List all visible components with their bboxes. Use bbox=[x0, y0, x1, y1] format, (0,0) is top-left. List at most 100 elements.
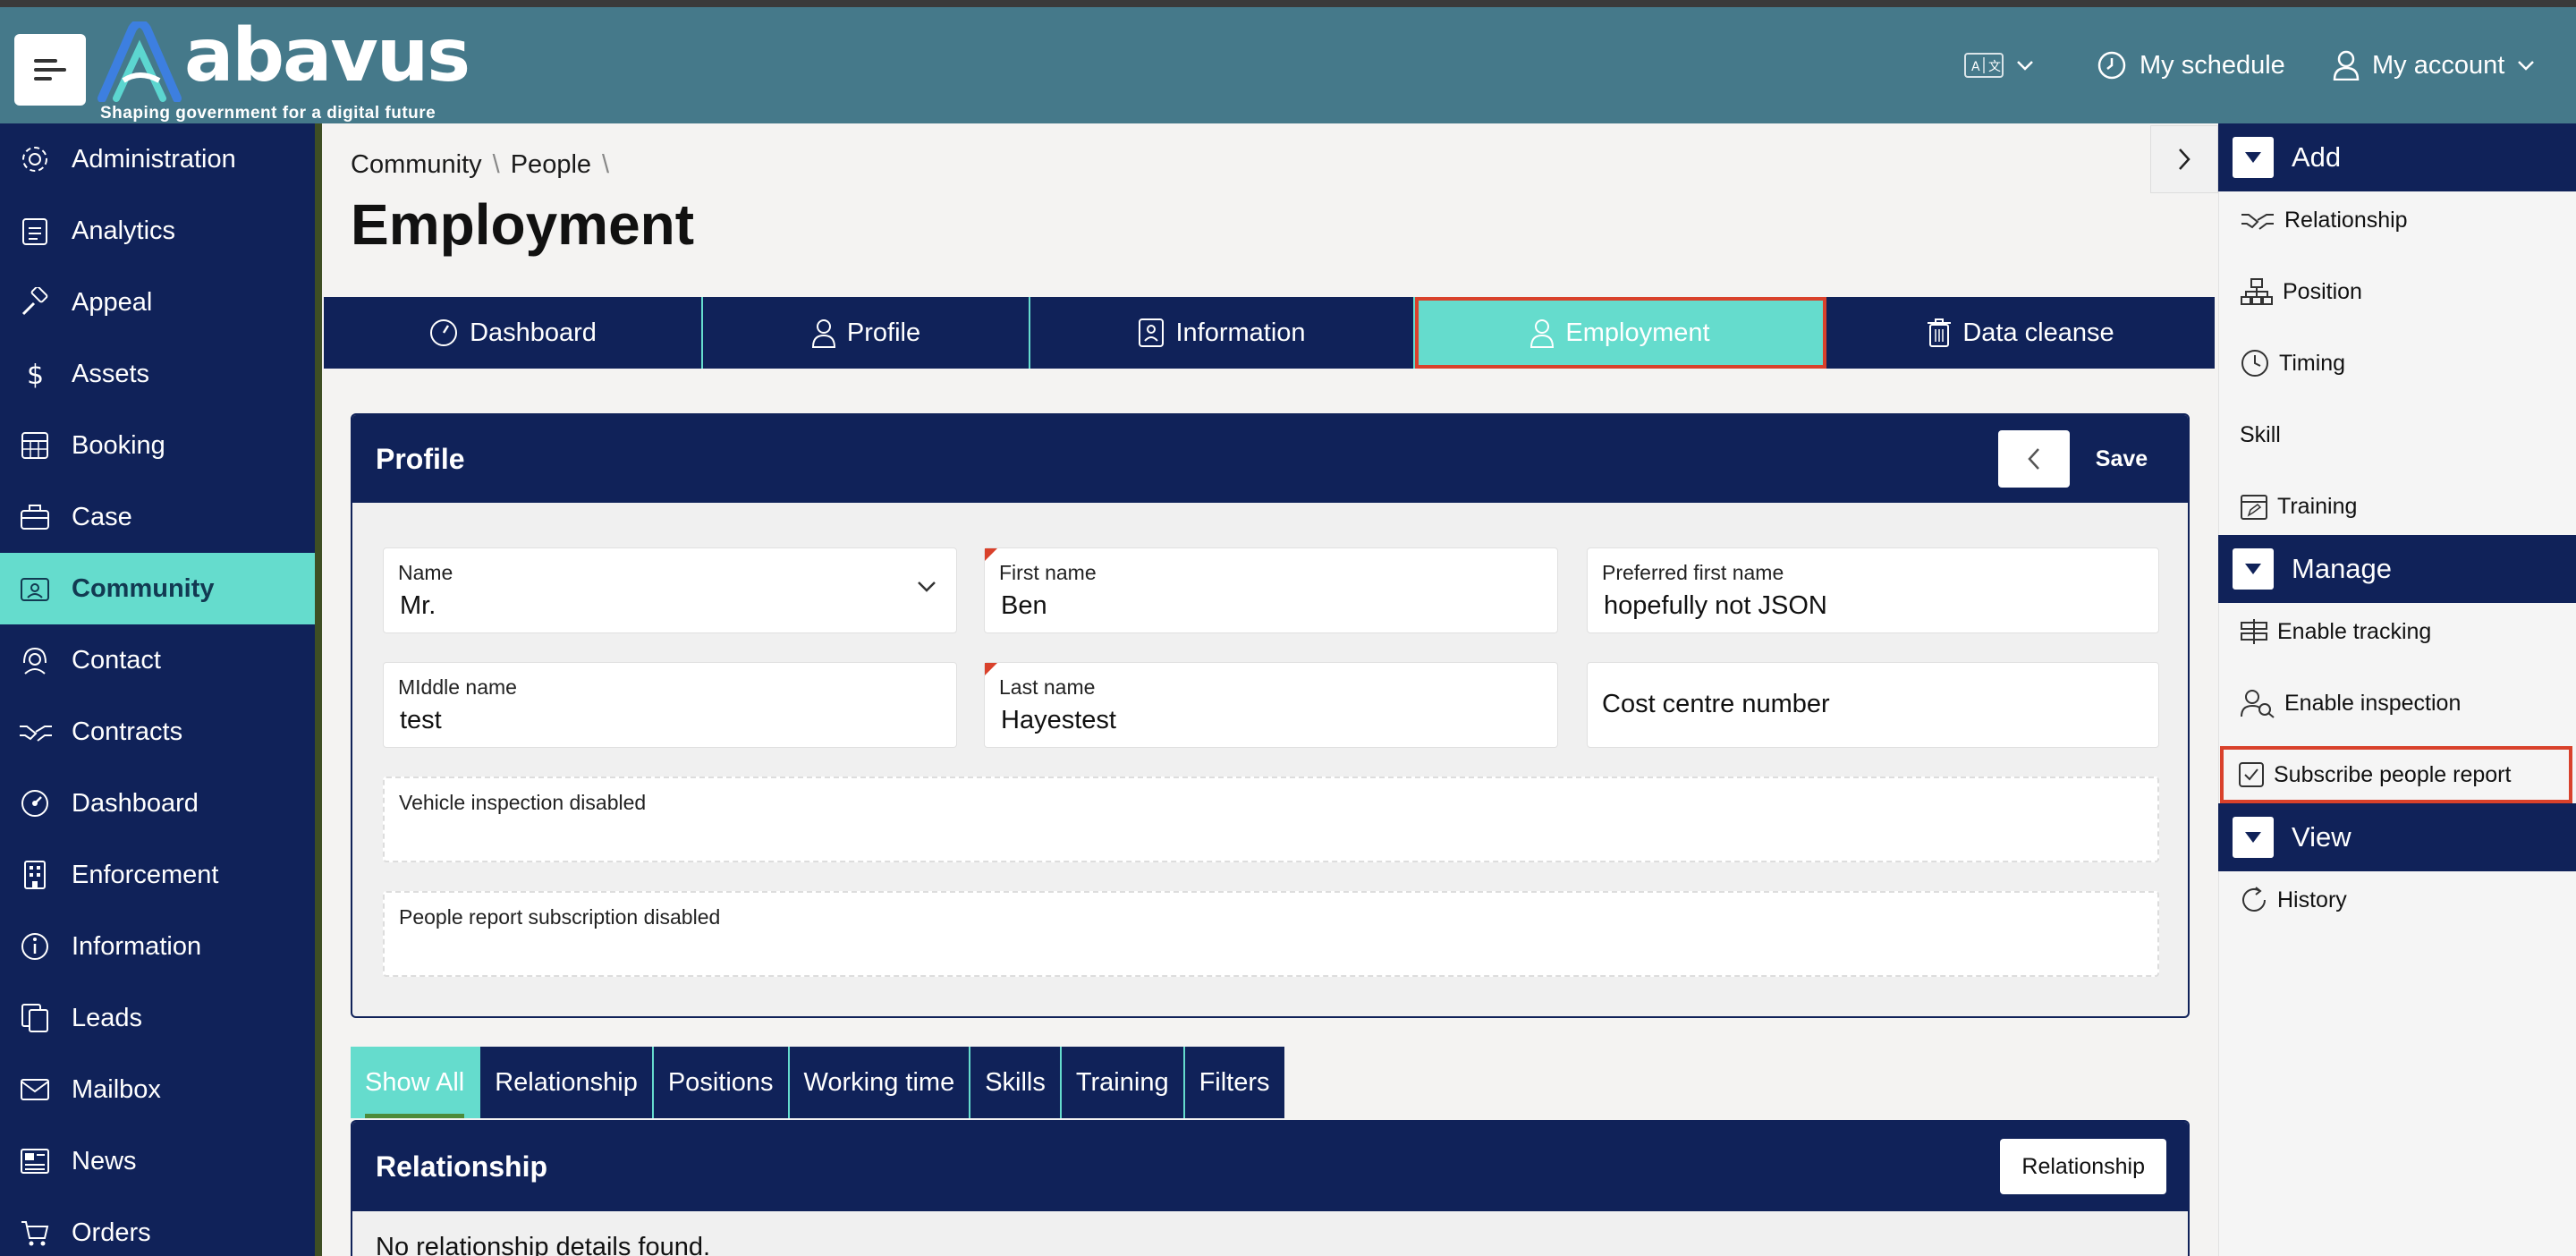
caret-down-icon bbox=[2233, 817, 2274, 858]
tracking-icon bbox=[2241, 619, 2267, 644]
tab-employment[interactable]: Employment bbox=[1415, 297, 1826, 369]
profile-card-title: Profile bbox=[376, 442, 465, 475]
back-button[interactable] bbox=[1998, 430, 2070, 488]
chevron-down-icon bbox=[918, 581, 936, 592]
sidebar-item-label: Enforcement bbox=[72, 860, 219, 889]
trash-icon bbox=[1928, 318, 1952, 347]
sidebar-item-label: Dashboard bbox=[72, 788, 199, 818]
required-marker bbox=[985, 548, 997, 561]
my-account-menu[interactable]: My account bbox=[2333, 43, 2535, 88]
briefcase-icon bbox=[18, 500, 52, 534]
action-label: Subscribe people report bbox=[2274, 761, 2512, 787]
subtab-filters[interactable]: Filters bbox=[1185, 1047, 1284, 1118]
window-top-bar bbox=[0, 0, 2576, 7]
view-section-header[interactable]: View bbox=[2218, 803, 2576, 871]
menu-toggle-button[interactable] bbox=[14, 34, 86, 106]
sidebar-item-assets[interactable]: $ Assets bbox=[0, 338, 315, 410]
add-relationship-button[interactable]: Relationship bbox=[2000, 1139, 2166, 1194]
copy-icon bbox=[18, 1001, 52, 1035]
abavus-logo[interactable]: abavus Shaping government for a digital … bbox=[97, 17, 472, 123]
user-icon bbox=[1530, 319, 1555, 348]
sidebar-item-dashboard[interactable]: Dashboard bbox=[0, 768, 315, 839]
sidebar-item-label: Leads bbox=[72, 1003, 143, 1032]
sidebar-item-analytics[interactable]: Analytics bbox=[0, 195, 315, 267]
sidebar-item-appeal[interactable]: Appeal bbox=[0, 267, 315, 338]
preferred-first-name-label: Preferred first name bbox=[1602, 561, 1784, 584]
enable-inspection-action[interactable]: Enable inspection bbox=[2240, 676, 2461, 730]
action-label: Relationship bbox=[2284, 207, 2408, 233]
chevron-left-icon bbox=[2028, 448, 2039, 470]
abavus-logo-icon bbox=[97, 21, 182, 102]
subscribe-people-report-action[interactable]: Subscribe people report bbox=[2220, 746, 2572, 803]
tab-dashboard[interactable]: Dashboard bbox=[324, 297, 703, 369]
sidebar-item-mailbox[interactable]: Mailbox bbox=[0, 1054, 315, 1125]
last-name-label: Last name bbox=[999, 675, 1096, 699]
subtab-working-time[interactable]: Working time bbox=[790, 1047, 971, 1118]
add-skill-action[interactable]: Skill bbox=[2240, 408, 2281, 462]
svg-text:$: $ bbox=[27, 360, 44, 389]
breadcrumb-community[interactable]: Community bbox=[351, 150, 482, 180]
middle-name-field[interactable]: MIddle name test bbox=[383, 662, 957, 748]
action-label: History bbox=[2277, 887, 2347, 912]
record-tabs: Dashboard Profile Information Employment… bbox=[324, 297, 2215, 369]
sidebar-item-label: News bbox=[72, 1146, 137, 1175]
view-history-action[interactable]: History bbox=[2240, 873, 2347, 927]
people-report-subscription-field: People report subscription disabled bbox=[383, 891, 2159, 977]
sidebar-item-label: Assets bbox=[72, 359, 150, 388]
name-select[interactable]: Name Mr. bbox=[383, 547, 957, 633]
sidebar-item-contracts[interactable]: Contracts bbox=[0, 696, 315, 768]
sidebar-item-leads[interactable]: Leads bbox=[0, 982, 315, 1054]
sidebar-item-booking[interactable]: Booking bbox=[0, 410, 315, 481]
preferred-first-name-field[interactable]: Preferred first name hopefully not JSON bbox=[1587, 547, 2159, 633]
sidebar-item-case[interactable]: Case bbox=[0, 481, 315, 553]
sidebar-item-label: Information bbox=[72, 931, 202, 961]
enable-tracking-action[interactable]: Enable tracking bbox=[2240, 605, 2431, 658]
sidebar-item-orders[interactable]: Orders bbox=[0, 1197, 315, 1256]
user-search-icon bbox=[2241, 690, 2275, 718]
tab-profile[interactable]: Profile bbox=[703, 297, 1030, 369]
sidebar-item-contact[interactable]: Contact bbox=[0, 624, 315, 696]
my-schedule-link[interactable]: My schedule bbox=[2097, 43, 2285, 88]
subtab-skills[interactable]: Skills bbox=[970, 1047, 1062, 1118]
cost-centre-number-field[interactable]: Cost centre number bbox=[1587, 662, 2159, 748]
sidebar-item-enforcement[interactable]: Enforcement bbox=[0, 839, 315, 911]
add-training-action[interactable]: Training bbox=[2240, 479, 2357, 533]
manage-section-header[interactable]: Manage bbox=[2218, 535, 2576, 603]
subtab-training[interactable]: Training bbox=[1062, 1047, 1185, 1118]
language-selector[interactable]: A 文 bbox=[1964, 43, 2034, 88]
last-name-value: Hayestest bbox=[1001, 706, 1116, 734]
breadcrumb-people[interactable]: People bbox=[511, 150, 591, 180]
action-label: Enable inspection bbox=[2284, 690, 2462, 716]
add-timing-action[interactable]: Timing bbox=[2240, 336, 2345, 390]
action-label: Position bbox=[2283, 278, 2362, 304]
add-section-header[interactable]: Add bbox=[2218, 123, 2576, 191]
my-schedule-label: My schedule bbox=[2140, 50, 2285, 80]
tab-information[interactable]: Information bbox=[1030, 297, 1415, 369]
svg-text:A: A bbox=[1971, 60, 1980, 74]
sidebar-item-administration[interactable]: Administration bbox=[0, 123, 315, 195]
contact-card-icon bbox=[1139, 318, 1165, 347]
collapse-panel-button[interactable] bbox=[2150, 125, 2218, 193]
sidebar-item-information[interactable]: Information bbox=[0, 911, 315, 982]
tab-label: Employment bbox=[1565, 318, 1710, 347]
subtab-positions[interactable]: Positions bbox=[654, 1047, 790, 1118]
save-button[interactable]: Save bbox=[2077, 430, 2166, 488]
sidebar-item-community[interactable]: Community bbox=[0, 553, 315, 624]
add-position-action[interactable]: Position bbox=[2240, 265, 2362, 318]
last-name-field[interactable]: Last name Hayestest bbox=[984, 662, 1558, 748]
first-name-field[interactable]: First name Ben bbox=[984, 547, 1558, 633]
add-relationship-action[interactable]: Relationship bbox=[2240, 193, 2408, 247]
middle-name-label: MIddle name bbox=[398, 675, 517, 699]
subtab-show-all[interactable]: Show All bbox=[351, 1047, 481, 1118]
tab-data-cleanse[interactable]: Data cleanse bbox=[1826, 297, 2215, 369]
building-icon bbox=[18, 858, 52, 892]
subtab-relationship[interactable]: Relationship bbox=[480, 1047, 654, 1118]
sidebar-item-news[interactable]: News bbox=[0, 1125, 315, 1197]
action-label: Skill bbox=[2240, 421, 2281, 447]
history-icon bbox=[2242, 887, 2266, 912]
vehicle-inspection-label: Vehicle inspection disabled bbox=[399, 791, 647, 814]
relationship-card-title: Relationship bbox=[376, 1150, 548, 1183]
tab-label: Dashboard bbox=[470, 318, 597, 347]
clipboard-icon bbox=[18, 214, 52, 248]
calendar-grid-icon bbox=[18, 429, 52, 463]
